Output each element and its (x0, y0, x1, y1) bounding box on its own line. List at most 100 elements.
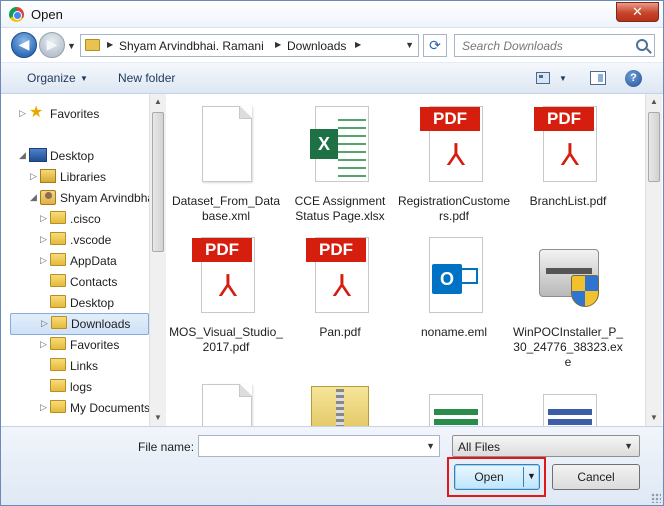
collapse-icon[interactable]: ◢ (19, 150, 26, 161)
file-item[interactable] (169, 382, 283, 426)
pdf-file-icon: PDF ⅄ (534, 104, 601, 188)
expand-icon[interactable]: ▷ (30, 171, 37, 182)
file-item[interactable]: X CCE Assignment Status Page.xlsx (283, 104, 397, 224)
nav-item-libraries[interactable]: ▷ Libraries (30, 167, 150, 187)
navpane-scrollbar[interactable]: ▲ ▼ (149, 94, 166, 426)
back-arrow-icon: ◀ (18, 36, 30, 52)
excel-file-icon: X (307, 104, 373, 188)
file-item[interactable] (397, 382, 511, 426)
chevron-right-icon[interactable]: ▶ (107, 40, 113, 49)
nav-item-label: Shyam Arvindbhai (60, 191, 150, 205)
resize-grip-icon[interactable] (651, 493, 661, 503)
nav-item-label: Contacts (70, 275, 118, 289)
refresh-button[interactable]: ⟳ (423, 34, 447, 57)
file-item[interactable] (283, 382, 397, 426)
search-box (454, 34, 655, 57)
scroll-down-icon[interactable]: ▼ (646, 410, 662, 426)
scroll-up-icon[interactable]: ▲ (150, 94, 166, 110)
file-item[interactable]: PDF ⅄ Pan.pdf (283, 235, 397, 340)
address-row: ◀ ▶ ▼ ▶ Shyam Arvindbhai. Ramani ▶ Downl… (1, 28, 663, 62)
chevron-down-icon[interactable]: ▼ (405, 40, 414, 50)
nav-item-desktop-folder[interactable]: Desktop (40, 293, 150, 313)
expand-icon[interactable]: ▷ (40, 402, 47, 413)
nav-item-label: Desktop (50, 149, 95, 163)
scroll-thumb[interactable] (152, 112, 164, 252)
change-view-icon[interactable] (536, 72, 550, 84)
nav-item-label: .cisco (70, 212, 101, 226)
back-button[interactable]: ◀ (11, 32, 37, 58)
file-label: WinPOCInstaller_P_30_24776_38323.exe (512, 325, 624, 369)
expand-icon[interactable]: ▷ (40, 213, 47, 224)
nav-item-cisco[interactable]: ▷ .cisco (40, 209, 150, 229)
file-item[interactable]: WinPOCInstaller_P_30_24776_38323.exe (511, 235, 625, 370)
window-title: Open (31, 7, 63, 22)
nav-item-my-documents[interactable]: ▷ My Documents (40, 398, 150, 418)
nav-item-user[interactable]: ◢ Shyam Arvindbhai (30, 188, 150, 208)
chevron-down-icon[interactable]: ▼ (80, 74, 88, 83)
file-label: Pan.pdf (319, 325, 361, 339)
chevron-down-icon[interactable]: ▼ (527, 471, 536, 481)
dialog-footer: File name: ▼ All Files ▼ Open ▼ Cancel (1, 426, 663, 505)
cancel-button[interactable]: Cancel (552, 464, 640, 490)
chevron-right-icon[interactable]: ▶ (275, 40, 281, 49)
filelist-scrollbar[interactable]: ▲ ▼ (645, 94, 662, 426)
close-button[interactable]: ✕ (616, 2, 659, 22)
nav-item-label: .vscode (70, 233, 112, 247)
scroll-thumb[interactable] (648, 112, 660, 182)
expand-icon[interactable]: ▷ (40, 234, 47, 245)
chevron-down-icon[interactable]: ▼ (559, 74, 567, 83)
file-item[interactable]: Dataset_From_Database.xml (169, 104, 283, 224)
collapse-icon[interactable]: ◢ (30, 192, 37, 203)
user-folder-icon (40, 190, 56, 205)
nav-item-vscode[interactable]: ▷ .vscode (40, 230, 150, 250)
breadcrumb-downloads[interactable]: Downloads (287, 39, 346, 53)
nav-item-favorites[interactable]: ▷ ★ Favorites (19, 104, 149, 124)
nav-item-downloads[interactable]: ▷ Downloads (10, 313, 149, 335)
file-item[interactable]: PDF ⅄ BranchList.pdf (511, 104, 625, 209)
expand-icon[interactable]: ▷ (40, 255, 47, 266)
file-label: RegistrationCustomers.pdf (397, 194, 511, 223)
address-bar[interactable]: ▶ Shyam Arvindbhai. Ramani ▶ Downloads ▶… (80, 34, 419, 57)
open-button[interactable]: Open ▼ (454, 464, 540, 490)
expand-icon[interactable]: ▷ (40, 339, 47, 350)
folder-icon (85, 39, 100, 51)
installer-file-icon (535, 235, 601, 319)
navigation-pane: ▷ ★ Favorites ◢ Desktop ▷ Libraries ◢ Sh… (1, 94, 166, 426)
scroll-down-icon[interactable]: ▼ (150, 410, 166, 426)
nav-item-logs[interactable]: logs (40, 377, 150, 397)
refresh-icon: ⟳ (429, 37, 441, 53)
file-label: MOS_Visual_Studio_2017.pdf (169, 325, 283, 354)
file-name-input[interactable] (199, 436, 421, 456)
nav-item-favorites-folder[interactable]: ▷ Favorites (40, 335, 150, 355)
recent-locations-icon[interactable]: ▼ (67, 41, 76, 51)
file-item[interactable]: O noname.eml (397, 235, 511, 340)
file-label: BranchList.pdf (529, 194, 607, 208)
search-input[interactable] (455, 35, 633, 56)
chevron-right-icon[interactable]: ▶ (355, 40, 361, 49)
expand-icon[interactable]: ▷ (41, 318, 48, 329)
folder-icon (50, 253, 66, 266)
nav-item-contacts[interactable]: Contacts (40, 272, 150, 292)
preview-pane-icon[interactable] (590, 71, 606, 85)
nav-item-links[interactable]: Links (40, 356, 150, 376)
file-name-label: File name: (138, 440, 195, 454)
file-label: noname.eml (420, 325, 488, 339)
scroll-up-icon[interactable]: ▲ (646, 94, 662, 110)
nav-item-appdata[interactable]: ▷ AppData (40, 251, 150, 271)
organize-button[interactable]: Organize (27, 71, 76, 85)
nav-item-desktop[interactable]: ◢ Desktop (19, 146, 149, 166)
search-icon[interactable] (636, 39, 648, 51)
breadcrumb-user[interactable]: Shyam Arvindbhai. Ramani (119, 39, 264, 53)
file-item[interactable]: PDF ⅄ RegistrationCustomers.pdf (397, 104, 511, 224)
close-icon: ✕ (632, 4, 643, 19)
expand-icon[interactable]: ▷ (19, 108, 26, 119)
help-icon[interactable]: ? (625, 70, 642, 87)
new-folder-button[interactable]: New folder (118, 71, 175, 85)
nav-item-label: Links (70, 359, 99, 373)
forward-button[interactable]: ▶ (39, 32, 65, 58)
nav-item-label: logs (70, 380, 93, 394)
chevron-down-icon[interactable]: ▼ (426, 441, 435, 451)
file-item[interactable]: PDF ⅄ MOS_Visual_Studio_2017.pdf (169, 235, 283, 355)
file-item[interactable] (511, 382, 625, 426)
file-type-select[interactable]: All Files ▼ (452, 435, 640, 457)
